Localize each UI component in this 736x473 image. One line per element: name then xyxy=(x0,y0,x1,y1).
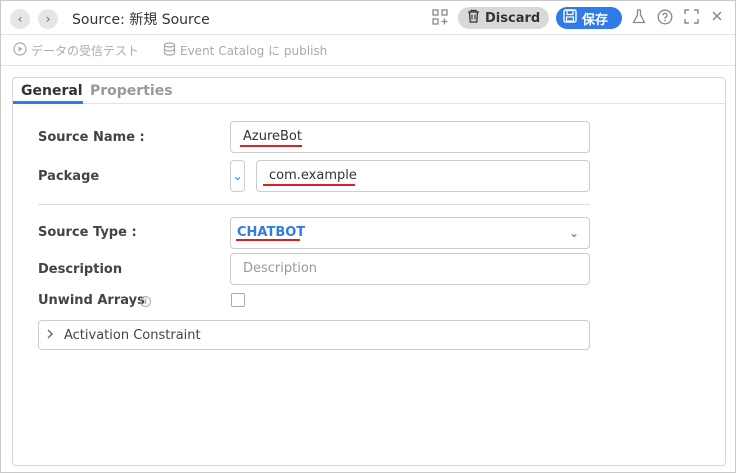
package-value: com.example xyxy=(269,168,357,183)
package-dropdown-toggle[interactable]: ⌄ xyxy=(230,160,245,192)
unwind-arrays-label: Unwind Arrays xyxy=(38,293,145,308)
package-label: Package xyxy=(38,169,100,184)
source-name-input[interactable]: AzureBot xyxy=(230,121,590,153)
source-name-value: AzureBot xyxy=(243,129,302,144)
save-button[interactable]: 保存 xyxy=(556,7,622,29)
grid-add-icon[interactable] xyxy=(431,9,449,27)
source-name-highlight xyxy=(240,145,302,147)
package-highlight xyxy=(263,184,355,186)
unwind-arrays-checkbox[interactable] xyxy=(231,293,245,307)
discard-label: Discard xyxy=(485,10,541,26)
fullscreen-icon[interactable] xyxy=(682,9,700,27)
chevron-down-icon: ⌄ xyxy=(232,169,243,183)
action-toolbar: データの受信テスト Event Catalog に publish xyxy=(1,35,735,66)
forward-button[interactable]: › xyxy=(38,9,58,29)
description-input[interactable]: Description xyxy=(230,253,590,285)
title-bar: ‹ › Source: 新規 Source Discard 保存 xyxy=(1,1,735,35)
source-type-value: CHATBOT xyxy=(237,225,306,240)
source-type-label: Source Type : xyxy=(38,225,137,240)
activation-constraint-toggle[interactable]: Activation Constraint xyxy=(38,320,590,350)
active-tab-indicator xyxy=(13,101,83,104)
package-input[interactable]: com.example xyxy=(256,160,590,192)
save-label: 保存 xyxy=(582,12,609,28)
window-title: Source: 新規 Source xyxy=(72,12,210,28)
test-receive-button[interactable]: データの受信テスト xyxy=(13,42,139,59)
discard-button[interactable]: Discard xyxy=(458,7,549,29)
source-editor-window: ‹ › Source: 新規 Source Discard 保存 データの受信テ… xyxy=(0,0,736,473)
forward-icon: › xyxy=(45,12,51,26)
tab-general[interactable]: General xyxy=(21,83,83,99)
help-icon[interactable] xyxy=(656,9,674,27)
source-name-label: Source Name : xyxy=(38,130,145,145)
info-icon[interactable]: i xyxy=(140,296,151,307)
publish-label: Event Catalog に publish xyxy=(180,44,328,58)
description-label: Description xyxy=(38,262,123,277)
database-icon xyxy=(163,42,176,59)
form-divider xyxy=(38,204,590,205)
tab-bar: General Properties xyxy=(13,78,725,104)
source-type-highlight xyxy=(236,239,300,241)
tab-properties[interactable]: Properties xyxy=(90,83,173,99)
back-button[interactable]: ‹ xyxy=(10,9,30,29)
source-type-select[interactable]: CHATBOT ⌄ xyxy=(230,217,590,249)
play-circle-icon xyxy=(13,42,27,59)
flask-icon[interactable] xyxy=(630,9,648,27)
back-icon: ‹ xyxy=(17,12,23,26)
publish-button[interactable]: Event Catalog に publish xyxy=(163,42,327,59)
close-icon[interactable] xyxy=(708,9,726,27)
activation-constraint-label: Activation Constraint xyxy=(64,327,201,343)
chevron-down-icon: ⌄ xyxy=(568,226,579,240)
trash-icon xyxy=(467,9,480,27)
floppy-icon xyxy=(563,9,577,27)
chevron-right-icon xyxy=(46,328,54,343)
source-form-panel: General Properties Source Name : AzureBo… xyxy=(12,77,726,466)
test-receive-label: データの受信テスト xyxy=(31,44,140,58)
